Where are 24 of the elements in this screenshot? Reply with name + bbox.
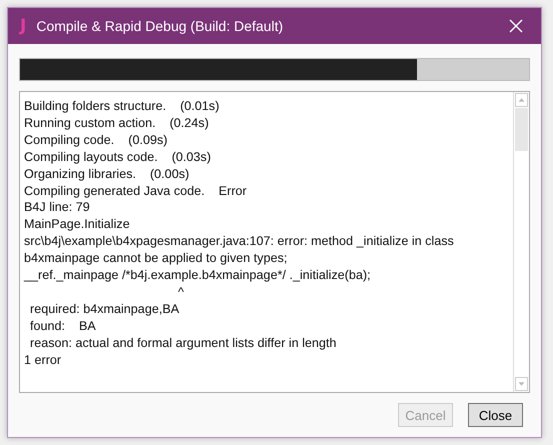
scroll-thumb[interactable] [515,108,528,151]
log-line: Compiling code. (0.09s) [24,132,168,149]
log-line: Compiling generated Java code. Error [24,182,247,200]
log-line: Building folders structure. (0.01s) [24,98,220,115]
app-logo: J [20,16,26,36]
log-line: __ref._mainpage /*b4j.example.b4xmainpage*/ ._initialize(ba); [24,267,371,284]
log-line: required: b4xmainpage,BA [29,300,180,318]
log-line: B4J line: 79 [24,199,90,216]
log-line: MainPage.Initialize [24,216,130,234]
close-icon[interactable] [509,19,523,33]
log-line: ^ [177,284,184,301]
log-line: src\b4j\example\b4xpagesmanager.java:107: error: method _initialize in class [24,233,454,250]
log-line: reason: actual and formal argument lists differ in length [29,334,336,352]
scrollbar[interactable] [513,92,529,392]
log-line: b4xmainpage cannot be applied to given types; [24,250,288,268]
scroll-up-icon[interactable] [515,93,528,107]
log-line: Running custom action. (0.24s) [24,114,209,132]
log-line: Compiling layouts code. (0.03s) [24,148,211,166]
log-line: 1 error [24,352,62,368]
log-line: found: BA [29,318,96,335]
scroll-down-icon[interactable] [515,377,528,391]
log-line: Organizing libraries. (0.00s) [24,166,190,183]
close-button[interactable]: Close [468,403,523,427]
window-title: Compile & Rapid Debug (Build: Default) [36,18,284,34]
